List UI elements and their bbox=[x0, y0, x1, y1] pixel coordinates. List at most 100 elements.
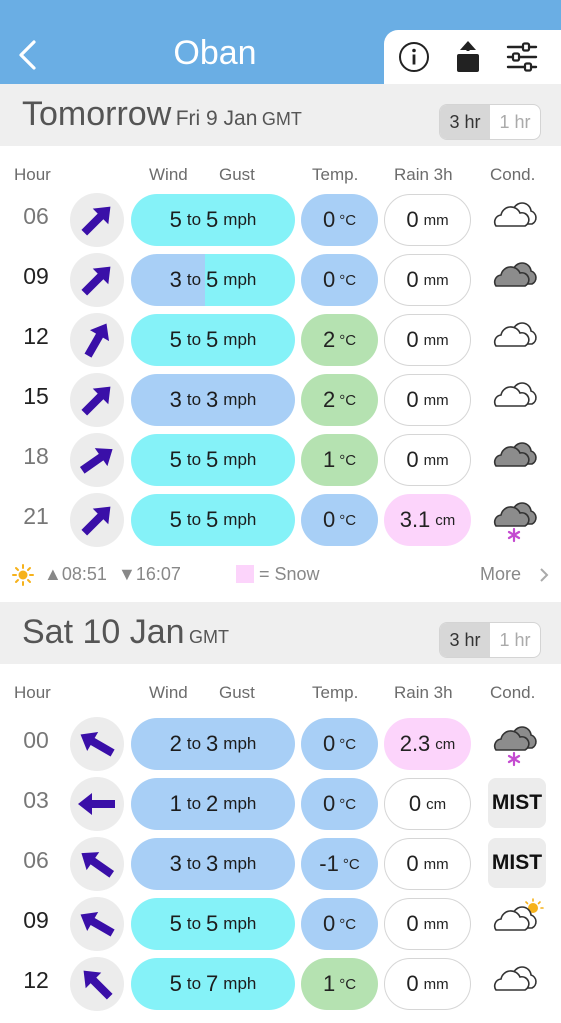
page-title: Oban bbox=[173, 34, 257, 72]
wind-direction-icon bbox=[70, 837, 124, 891]
wind-speed: 5 bbox=[169, 507, 182, 532]
interval-toggle[interactable]: 3 hr 1 hr bbox=[439, 104, 541, 140]
gust-speed: 5 bbox=[206, 447, 219, 472]
col-cond: Cond. bbox=[490, 683, 536, 702]
to-label: to bbox=[186, 974, 202, 993]
rain-pill: 0 mm bbox=[384, 838, 471, 890]
wind-speed: 5 bbox=[169, 911, 182, 936]
temperature-value: 1 bbox=[322, 447, 336, 472]
temperature-value: 0 bbox=[322, 911, 336, 936]
temperature-value: -1 bbox=[319, 851, 339, 876]
wind-speed: 3 bbox=[169, 267, 182, 292]
to-label: to bbox=[186, 914, 202, 933]
wind-gust-pill: 3 to 5 mph bbox=[131, 254, 295, 306]
rain-pill: 0 mm bbox=[384, 958, 471, 1010]
sun-icon bbox=[12, 564, 34, 586]
wind-direction-icon bbox=[70, 193, 124, 247]
rain-pill: 0 mm bbox=[384, 254, 471, 306]
wind-gust-pill: 5 to 5 mph bbox=[131, 434, 295, 486]
temperature-unit: °C bbox=[339, 735, 357, 753]
rain-value: 0 bbox=[406, 327, 419, 352]
forecast-row: 03 1 to 2 mph 0 °C 0 cm MIST bbox=[0, 776, 561, 832]
rain-value: 0 bbox=[406, 207, 419, 232]
col-wind: Wind bbox=[149, 683, 188, 702]
temperature-value: 0 bbox=[322, 731, 336, 756]
rain-unit: cm bbox=[435, 511, 456, 529]
rain-value: 0 bbox=[408, 791, 422, 816]
wind-gust-pill: 5 to 7 mph bbox=[131, 958, 295, 1010]
rain-pill: 2.3 cm bbox=[384, 718, 471, 770]
col-wind: Wind bbox=[149, 165, 188, 184]
temperature-value: 0 bbox=[322, 507, 336, 532]
wind-direction-icon bbox=[70, 373, 124, 427]
chevron-right-icon[interactable] bbox=[538, 567, 550, 583]
wind-speed: 3 bbox=[169, 851, 182, 876]
wind-direction-icon bbox=[70, 957, 124, 1011]
temperature-value: 2 bbox=[322, 327, 336, 352]
rain-pill: 0 mm bbox=[384, 434, 471, 486]
to-label: to bbox=[186, 794, 202, 813]
temperature-pill: 0 °C bbox=[301, 718, 378, 770]
wind-direction-icon bbox=[70, 253, 124, 307]
sunrise-time: ▲08:51 bbox=[44, 564, 107, 584]
rain-unit: mm bbox=[423, 855, 449, 873]
temperature-unit: °C bbox=[339, 975, 357, 993]
temperature-value: 2 bbox=[322, 387, 336, 412]
col-rain: Rain 3h bbox=[394, 165, 453, 184]
rain-value: 0 bbox=[406, 447, 419, 472]
toggle-3hr[interactable]: 3 hr bbox=[440, 105, 490, 139]
day-header: Sat 10 Jan GMT 3 hr 1 hr bbox=[0, 602, 561, 664]
cloud-snow-icon bbox=[493, 726, 537, 767]
more-link[interactable]: More bbox=[480, 564, 521, 585]
sliders-icon[interactable] bbox=[505, 40, 539, 74]
wind-direction-icon bbox=[70, 777, 124, 831]
forecast-row: 12 5 to 7 mph 1 °C 0 mm bbox=[0, 956, 561, 1012]
toggle-1hr[interactable]: 1 hr bbox=[490, 623, 540, 657]
col-temp: Temp. bbox=[312, 165, 359, 184]
to-label: to bbox=[186, 450, 202, 469]
col-gust: Gust bbox=[219, 165, 255, 184]
temperature-pill: -1 °C bbox=[301, 838, 378, 890]
wind-unit: mph bbox=[223, 974, 257, 993]
wind-direction-icon bbox=[70, 897, 124, 951]
interval-toggle[interactable]: 3 hr 1 hr bbox=[439, 622, 541, 658]
toggle-1hr[interactable]: 1 hr bbox=[490, 105, 540, 139]
gust-speed: 5 bbox=[206, 207, 219, 232]
temperature-pill: 2 °C bbox=[301, 314, 378, 366]
col-hour: Hour bbox=[14, 165, 51, 184]
wind-gust-pill: 2 to 3 mph bbox=[131, 718, 295, 770]
wind-unit: mph bbox=[223, 390, 257, 409]
temperature-unit: °C bbox=[342, 855, 360, 873]
chevron-left-icon[interactable] bbox=[14, 38, 42, 72]
wind-speed: 5 bbox=[169, 447, 182, 472]
timezone: GMT bbox=[261, 109, 302, 129]
temperature-pill: 0 °C bbox=[301, 194, 378, 246]
rain-pill: 3.1 cm bbox=[384, 494, 471, 546]
gust-speed: 3 bbox=[206, 387, 219, 412]
rain-pill: 0 mm bbox=[384, 374, 471, 426]
temperature-unit: °C bbox=[339, 511, 357, 529]
rain-unit: mm bbox=[423, 331, 449, 349]
wind-unit: mph bbox=[223, 914, 257, 933]
share-icon[interactable] bbox=[451, 40, 485, 74]
rain-unit: mm bbox=[423, 451, 449, 469]
col-cond: Cond. bbox=[490, 165, 536, 184]
temperature-pill: 0 °C bbox=[301, 778, 378, 830]
info-icon[interactable] bbox=[397, 40, 431, 74]
rain-value: 0 bbox=[406, 267, 419, 292]
temperature-unit: °C bbox=[339, 271, 357, 289]
cloud-light-icon bbox=[493, 322, 537, 347]
toggle-3hr[interactable]: 3 hr bbox=[440, 623, 490, 657]
day-title: Tomorrow Fri 9 Jan GMT bbox=[22, 95, 302, 134]
wind-gust-pill: 5 to 5 mph bbox=[131, 194, 295, 246]
forecast-row: 09 3 to 5 mph 0 °C 0 mm bbox=[0, 252, 561, 308]
temperature-unit: °C bbox=[339, 451, 357, 469]
wind-unit: mph bbox=[223, 794, 257, 813]
cloud-light-icon bbox=[493, 202, 537, 227]
gust-speed: 7 bbox=[206, 971, 219, 996]
hour-label: 09 bbox=[23, 907, 49, 933]
temperature-unit: °C bbox=[339, 795, 357, 813]
rain-value: 0 bbox=[406, 851, 419, 876]
hour-label: 12 bbox=[23, 967, 49, 993]
wind-speed: 5 bbox=[169, 971, 182, 996]
